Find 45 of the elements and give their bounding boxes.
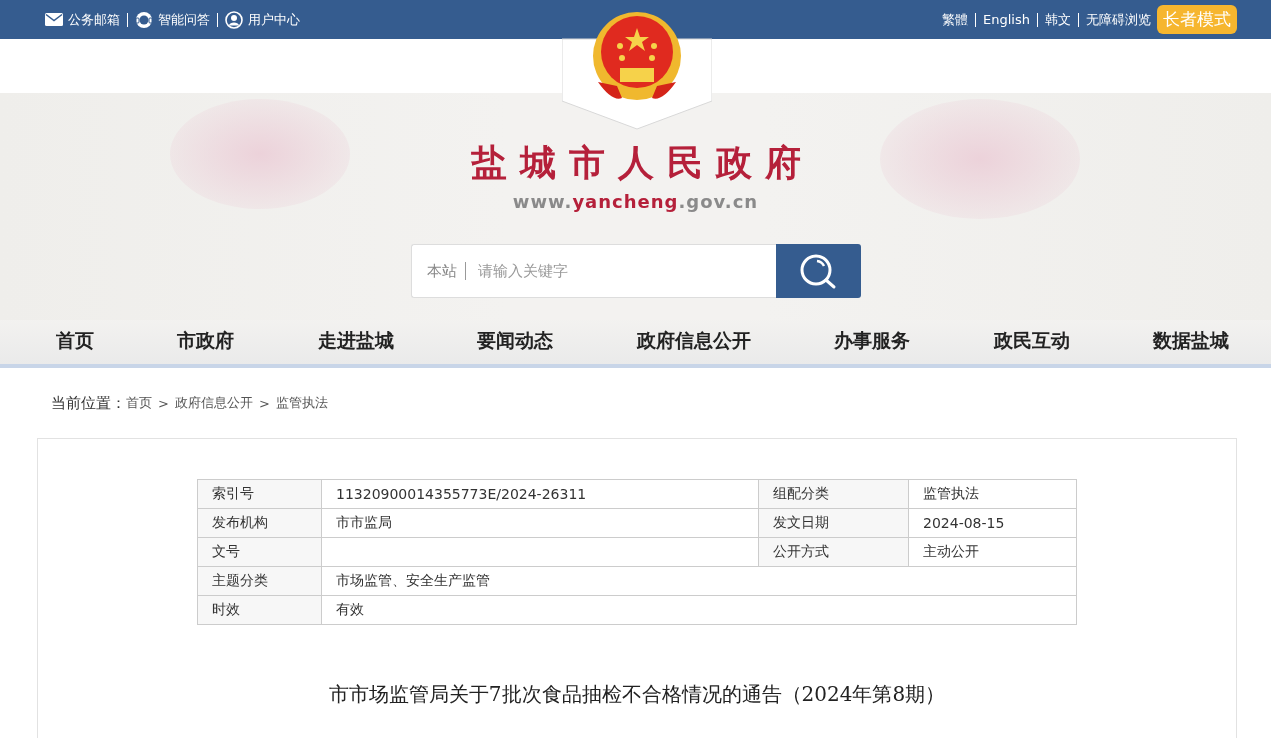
nav-link[interactable]: 市政府	[177, 328, 235, 354]
search-field[interactable]: 本站 请输入关键字	[410, 244, 776, 298]
field-label-cell: 公开方式	[758, 537, 909, 567]
nav-link[interactable]: 政府信息公开	[636, 328, 751, 354]
field-value-cell: 2024-08-15	[908, 508, 1077, 538]
site-url: www.yancheng.gov.cn	[512, 191, 759, 212]
field-label-cell: 索引号	[197, 479, 322, 509]
breadcrumb-separator: >	[258, 395, 270, 411]
envelope-icon	[45, 13, 63, 26]
nav-link[interactable]: 走进盐城	[317, 328, 394, 354]
field-value-cell: 监管执法	[908, 479, 1077, 509]
field-label-cell: 发文日期	[758, 508, 909, 538]
breadcrumb-link[interactable]: 政府信息公开	[174, 394, 253, 412]
breadcrumb-label: 当前位置：	[51, 393, 126, 413]
field-label-cell: 时效	[197, 595, 322, 625]
field-label-cell: 主题分类	[197, 566, 322, 596]
top-link[interactable]: 韩文	[1045, 10, 1071, 29]
field-value-cell: 有效	[321, 595, 1077, 625]
breadcrumb-link[interactable]: 监管执法	[275, 394, 328, 412]
search-button[interactable]	[775, 244, 861, 298]
top-link[interactable]: 繁體	[942, 10, 969, 29]
breadcrumb-separator: >	[158, 395, 169, 411]
field-label-cell: 发布机构	[197, 508, 322, 538]
field-label-cell: 组配分类	[758, 479, 909, 509]
field-value-cell: 主动公开	[908, 537, 1077, 567]
breadcrumb-link[interactable]: 首页	[126, 394, 152, 412]
search-input[interactable]: 请输入关键字	[475, 261, 776, 281]
field-value-cell: 11320900014355773E/2024-26311	[321, 479, 759, 509]
user-icon	[225, 10, 243, 29]
top-link[interactable]: English	[983, 12, 1030, 27]
field-value-cell: 市市监局	[321, 508, 759, 538]
top-link[interactable]: 用户中心	[225, 10, 300, 29]
nav-link[interactable]: 政民互动	[993, 328, 1070, 354]
nav-link[interactable]: 首页	[56, 328, 94, 354]
search-scope[interactable]: 本站	[426, 262, 466, 280]
top-link[interactable]: 智能问答	[135, 10, 210, 29]
nav-link[interactable]: 办事服务	[834, 328, 911, 354]
article-title: 市市场监管局关于7批次食品抽检不合格情况的通告（2024年第8期）	[327, 681, 947, 708]
site-title: 盐城市人民政府	[469, 143, 814, 183]
nav-link[interactable]: 要闻动态	[477, 328, 554, 354]
nav-link[interactable]: 数据盐城	[1152, 328, 1229, 354]
top-link[interactable]: 无障碍浏览	[1086, 10, 1151, 29]
top-link[interactable]: 公务邮箱	[45, 10, 120, 29]
field-value-cell: 市场监管、安全生产监管	[321, 566, 1077, 596]
field-label-cell: 文号	[197, 537, 322, 567]
